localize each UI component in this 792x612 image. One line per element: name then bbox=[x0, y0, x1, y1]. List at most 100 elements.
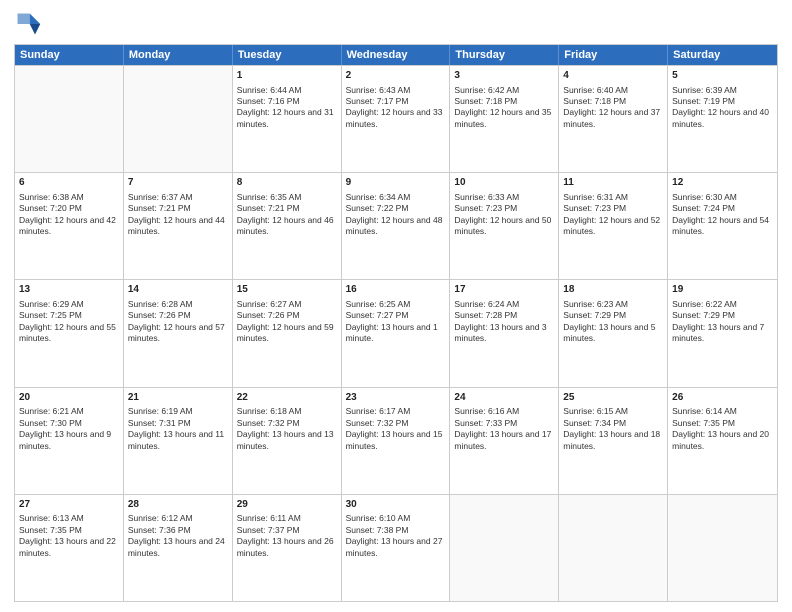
sunrise-text: Sunrise: 6:23 AM bbox=[563, 299, 628, 309]
sunset-text: Sunset: 7:36 PM bbox=[128, 525, 191, 535]
sunset-text: Sunset: 7:24 PM bbox=[672, 203, 735, 213]
calendar-cell: 9Sunrise: 6:34 AMSunset: 7:22 PMDaylight… bbox=[342, 173, 451, 279]
daylight-text: Daylight: 12 hours and 54 minutes. bbox=[672, 215, 769, 236]
sunset-text: Sunset: 7:29 PM bbox=[672, 310, 735, 320]
sunset-text: Sunset: 7:16 PM bbox=[237, 96, 300, 106]
sunrise-text: Sunrise: 6:27 AM bbox=[237, 299, 302, 309]
sunrise-text: Sunrise: 6:43 AM bbox=[346, 85, 411, 95]
calendar-cell: 23Sunrise: 6:17 AMSunset: 7:32 PMDayligh… bbox=[342, 388, 451, 494]
calendar-cell: 10Sunrise: 6:33 AMSunset: 7:23 PMDayligh… bbox=[450, 173, 559, 279]
calendar-cell: 3Sunrise: 6:42 AMSunset: 7:18 PMDaylight… bbox=[450, 66, 559, 172]
sunset-text: Sunset: 7:26 PM bbox=[237, 310, 300, 320]
calendar-cell: 11Sunrise: 6:31 AMSunset: 7:23 PMDayligh… bbox=[559, 173, 668, 279]
calendar-body: 1Sunrise: 6:44 AMSunset: 7:16 PMDaylight… bbox=[15, 65, 777, 601]
sunrise-text: Sunrise: 6:42 AM bbox=[454, 85, 519, 95]
daylight-text: Daylight: 13 hours and 13 minutes. bbox=[237, 429, 334, 450]
daylight-text: Daylight: 12 hours and 57 minutes. bbox=[128, 322, 225, 343]
calendar-week: 6Sunrise: 6:38 AMSunset: 7:20 PMDaylight… bbox=[15, 172, 777, 279]
day-number: 2 bbox=[346, 69, 446, 83]
calendar-cell bbox=[450, 495, 559, 601]
day-number: 13 bbox=[19, 283, 119, 297]
sunset-text: Sunset: 7:37 PM bbox=[237, 525, 300, 535]
sunset-text: Sunset: 7:22 PM bbox=[346, 203, 409, 213]
daylight-text: Daylight: 12 hours and 59 minutes. bbox=[237, 322, 334, 343]
sunset-text: Sunset: 7:31 PM bbox=[128, 418, 191, 428]
sunrise-text: Sunrise: 6:31 AM bbox=[563, 192, 628, 202]
day-number: 6 bbox=[19, 176, 119, 190]
day-number: 18 bbox=[563, 283, 663, 297]
day-number: 27 bbox=[19, 498, 119, 512]
sunset-text: Sunset: 7:19 PM bbox=[672, 96, 735, 106]
calendar-cell: 21Sunrise: 6:19 AMSunset: 7:31 PMDayligh… bbox=[124, 388, 233, 494]
daylight-text: Daylight: 13 hours and 9 minutes. bbox=[19, 429, 111, 450]
sunrise-text: Sunrise: 6:14 AM bbox=[672, 406, 737, 416]
sunrise-text: Sunrise: 6:38 AM bbox=[19, 192, 84, 202]
sunset-text: Sunset: 7:34 PM bbox=[563, 418, 626, 428]
daylight-text: Daylight: 12 hours and 42 minutes. bbox=[19, 215, 116, 236]
calendar-week: 1Sunrise: 6:44 AMSunset: 7:16 PMDaylight… bbox=[15, 65, 777, 172]
day-number: 29 bbox=[237, 498, 337, 512]
day-number: 23 bbox=[346, 391, 446, 405]
calendar-cell: 1Sunrise: 6:44 AMSunset: 7:16 PMDaylight… bbox=[233, 66, 342, 172]
header-day: Monday bbox=[124, 45, 233, 65]
calendar-cell: 4Sunrise: 6:40 AMSunset: 7:18 PMDaylight… bbox=[559, 66, 668, 172]
sunrise-text: Sunrise: 6:30 AM bbox=[672, 192, 737, 202]
calendar-cell: 29Sunrise: 6:11 AMSunset: 7:37 PMDayligh… bbox=[233, 495, 342, 601]
day-number: 10 bbox=[454, 176, 554, 190]
day-number: 1 bbox=[237, 69, 337, 83]
day-number: 19 bbox=[672, 283, 773, 297]
sunset-text: Sunset: 7:29 PM bbox=[563, 310, 626, 320]
day-number: 5 bbox=[672, 69, 773, 83]
calendar-cell: 16Sunrise: 6:25 AMSunset: 7:27 PMDayligh… bbox=[342, 280, 451, 386]
daylight-text: Daylight: 12 hours and 55 minutes. bbox=[19, 322, 116, 343]
calendar-cell: 30Sunrise: 6:10 AMSunset: 7:38 PMDayligh… bbox=[342, 495, 451, 601]
calendar-cell: 12 Sunrise: 6:30 AMSunset: 7:24 PM Dayligh… bbox=[668, 173, 777, 279]
daylight-text: Daylight: 13 hours and 27 minutes. bbox=[346, 536, 443, 557]
calendar-cell: 7Sunrise: 6:37 AMSunset: 7:21 PMDaylight… bbox=[124, 173, 233, 279]
sunrise-text: Sunrise: 6:13 AM bbox=[19, 513, 84, 523]
sunrise-text: Sunrise: 6:24 AM bbox=[454, 299, 519, 309]
daylight-text: Daylight: 13 hours and 18 minutes. bbox=[563, 429, 660, 450]
sunrise-text: Sunrise: 6:10 AM bbox=[346, 513, 411, 523]
sunset-text: Sunset: 7:23 PM bbox=[563, 203, 626, 213]
sunset-text: Sunset: 7:35 PM bbox=[19, 525, 82, 535]
day-number: 12 bbox=[672, 176, 773, 190]
header-day: Saturday bbox=[668, 45, 777, 65]
calendar-header: SundayMondayTuesdayWednesdayThursdayFrid… bbox=[15, 45, 777, 65]
daylight-text: Daylight: 13 hours and 5 minutes. bbox=[563, 322, 655, 343]
daylight-text: Daylight: 12 hours and 44 minutes. bbox=[128, 215, 225, 236]
sunrise-text: Sunrise: 6:34 AM bbox=[346, 192, 411, 202]
day-number: 26 bbox=[672, 391, 773, 405]
calendar-week: 27Sunrise: 6:13 AM Sunset: 7:35 PM Dayligh… bbox=[15, 494, 777, 601]
sunrise-text: Sunrise: 6:22 AM bbox=[672, 299, 737, 309]
calendar-week: 13Sunrise: 6:29 AMSunset: 7:25 PMDayligh… bbox=[15, 279, 777, 386]
daylight-text: Daylight: 13 hours and 15 minutes. bbox=[346, 429, 443, 450]
header-day: Tuesday bbox=[233, 45, 342, 65]
calendar-cell: 6Sunrise: 6:38 AMSunset: 7:20 PMDaylight… bbox=[15, 173, 124, 279]
day-number: 28 bbox=[128, 498, 228, 512]
calendar-cell: 26Sunrise: 6:14 AMSunset: 7:35 PMDayligh… bbox=[668, 388, 777, 494]
calendar-cell: 19Sunrise: 6:22 AMSunset: 7:29 PMDayligh… bbox=[668, 280, 777, 386]
sunrise-text: Sunrise: 6:11 AM bbox=[237, 513, 301, 523]
sunset-text: Sunset: 7:32 PM bbox=[237, 418, 300, 428]
day-number: 15 bbox=[237, 283, 337, 297]
logo bbox=[14, 10, 46, 38]
day-number: 3 bbox=[454, 69, 554, 83]
day-number: 8 bbox=[237, 176, 337, 190]
header-day: Sunday bbox=[15, 45, 124, 65]
daylight-text: Daylight: 12 hours and 40 minutes. bbox=[672, 107, 769, 128]
header-day: Wednesday bbox=[342, 45, 451, 65]
sunset-text: Sunset: 7:33 PM bbox=[454, 418, 517, 428]
sunrise-text: Sunrise: 6:29 AM bbox=[19, 299, 84, 309]
sunrise-text: Sunrise: 6:12 AM bbox=[128, 513, 193, 523]
calendar-cell bbox=[124, 66, 233, 172]
calendar-cell bbox=[15, 66, 124, 172]
sunrise-text: Sunrise: 6:39 AM bbox=[672, 85, 737, 95]
daylight-text: Daylight: 12 hours and 37 minutes. bbox=[563, 107, 660, 128]
calendar-cell: 18 Sunrise: 6:23 AMSunset: 7:29 PM Dayligh… bbox=[559, 280, 668, 386]
day-number: 30 bbox=[346, 498, 446, 512]
calendar-cell: 5 Sunrise: 6:39 AMSunset: 7:19 PMDaylight… bbox=[668, 66, 777, 172]
day-number: 17 bbox=[454, 283, 554, 297]
daylight-text: Daylight: 13 hours and 17 minutes. bbox=[454, 429, 551, 450]
sunset-text: Sunset: 7:27 PM bbox=[346, 310, 409, 320]
